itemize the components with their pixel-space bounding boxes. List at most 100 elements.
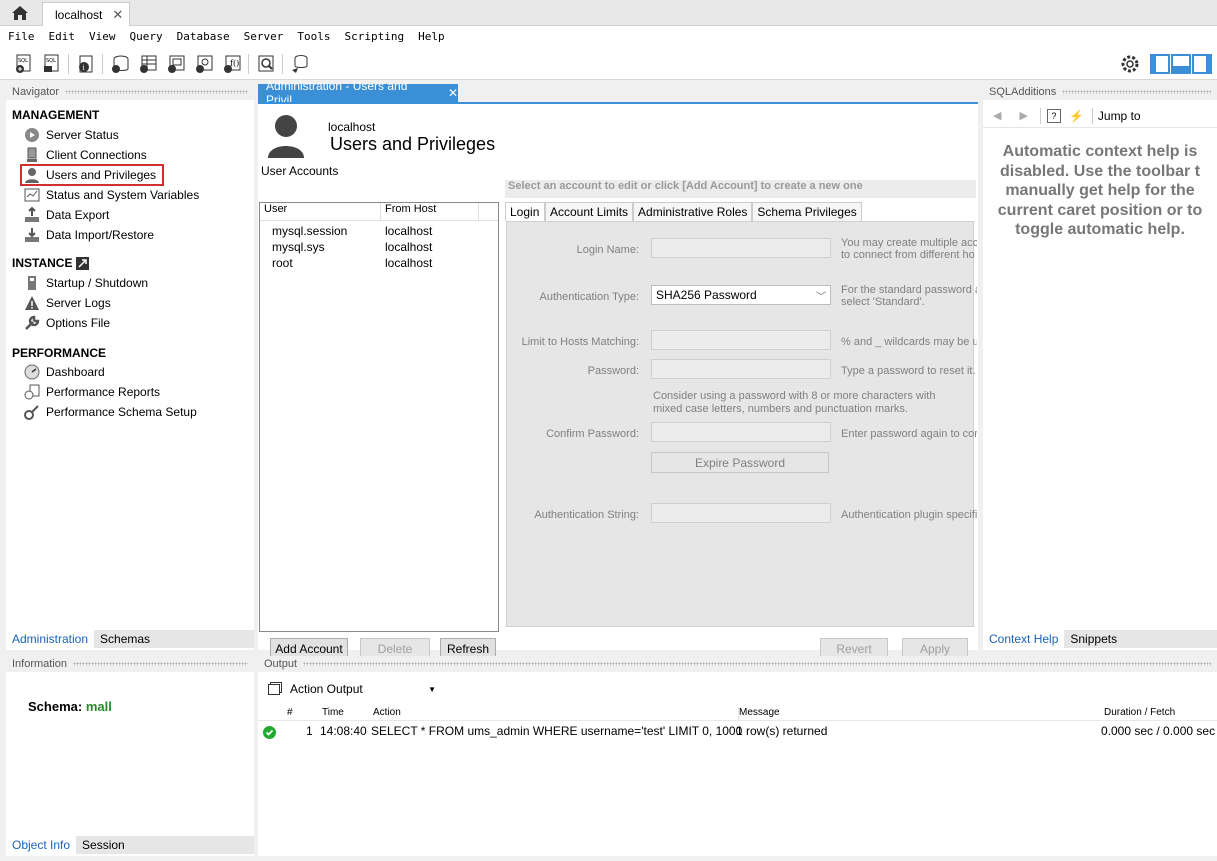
copy-icon[interactable] [268,683,280,695]
back-arrow-icon[interactable]: ◀ [993,109,1001,122]
account-row[interactable]: mysql.sys localhost [272,240,432,254]
menu-tools[interactable]: Tools [297,30,330,43]
confirm-password-hint: Enter password again to cor [841,428,977,440]
nav-server-status[interactable]: Server Status [24,126,119,144]
user-icon [25,168,39,183]
nav-client-connections[interactable]: Client Connections [24,146,147,164]
tab-schemas[interactable]: Schemas [94,630,156,648]
menu-database[interactable]: Database [177,30,230,43]
nav-users-and-privileges[interactable]: Users and Privileges [20,164,165,186]
nav-startup-shutdown[interactable]: Startup / Shutdown [24,274,148,292]
toggle-secondary-sidebar-icon[interactable] [1192,54,1212,74]
home-tab[interactable] [0,0,40,26]
home-icon [12,6,28,20]
auth-type-select[interactable]: SHA256 Password ﹀ [651,285,831,305]
nav-server-logs[interactable]: Server Logs [24,294,111,312]
settings-gear-icon[interactable] [1120,54,1140,74]
menu-help[interactable]: Help [418,30,445,43]
menu-file[interactable]: File [8,30,35,43]
menu-edit[interactable]: Edit [49,30,76,43]
reconnect-icon[interactable] [290,54,310,74]
information-panel: Information Schema: mall Object Info Ses… [6,656,254,856]
users-privileges-page: localhost Users and Privileges User Acco… [258,102,978,659]
menu-server[interactable]: Server [244,30,284,43]
svg-text:SQL: SQL [46,58,56,64]
password-field[interactable] [651,359,831,379]
col-message: Message [738,707,780,721]
nav-data-import[interactable]: Data Import/Restore [24,226,154,244]
tab-object-info[interactable]: Object Info [6,836,77,854]
output-type-select[interactable]: Action Output ▼ [290,679,438,699]
auto-help-icon[interactable]: ⚡ [1069,109,1084,123]
expire-password-button[interactable]: Expire Password [651,452,829,473]
tab-context-help[interactable]: Context Help [983,630,1065,648]
nav-status-variables[interactable]: Status and System Variables [24,186,199,204]
toggle-sidebar-icon[interactable] [1150,54,1170,74]
create-function-icon[interactable]: f() [222,54,242,74]
tab-administration-users[interactable]: Administration - Users and Privil... ✕ [258,79,458,107]
nav-performance-reports[interactable]: Performance Reports [24,383,160,401]
sql-additions-header: SQLAdditions [983,84,1217,100]
account-row[interactable]: root localhost [272,256,432,270]
tab-session[interactable]: Session [76,836,131,854]
menu-query[interactable]: Query [130,30,163,43]
management-heading: MANAGEMENT [12,108,100,122]
output-row[interactable]: 1 14:08:40 SELECT * FROM ums_admin WHERE… [258,723,1217,741]
tab-administration[interactable]: Administration [6,630,95,648]
forward-arrow-icon[interactable]: ▶ [1019,109,1027,122]
context-help-text: Automatic context help is disabled. Use … [997,143,1203,238]
column-user[interactable]: User [260,203,381,220]
data-export-icon [25,207,39,222]
tab-account-limits[interactable]: Account Limits [545,202,634,221]
create-procedure-icon[interactable] [194,54,214,74]
create-view-icon[interactable] [166,54,186,74]
nav-performance-schema-setup[interactable]: Performance Schema Setup [24,403,197,421]
create-table-icon[interactable] [138,54,158,74]
jump-to-select[interactable]: Jump to [1098,109,1141,123]
nav-options-file[interactable]: Options File [24,314,110,332]
inspector-icon[interactable]: i [76,54,96,74]
instance-icon [76,256,90,270]
new-sql-tab-icon[interactable]: SQL [14,54,34,74]
tab-administrative-roles[interactable]: Administrative Roles [633,202,753,221]
performance-heading: PERFORMANCE [12,346,107,360]
sql-additions-panel: SQLAdditions ◀ ▶ ? ⚡ Jump to Automatic c… [983,84,1217,650]
column-from-host[interactable]: From Host [381,203,479,220]
login-name-field[interactable] [651,238,831,258]
open-sql-script-icon[interactable]: SQL [42,54,62,74]
confirm-password-field[interactable] [651,422,831,442]
chevron-down-icon: ﹀ [816,292,826,303]
nav-data-export[interactable]: Data Export [24,206,109,224]
login-pane: Login Name: You may create multiple acco… [506,221,977,627]
menu-scripting[interactable]: Scripting [344,30,404,43]
information-header: Information [6,656,254,672]
menu-view[interactable]: View [89,30,116,43]
tab-login[interactable]: Login [505,202,545,221]
data-import-icon [25,228,39,242]
manual-help-icon[interactable]: ? [1046,108,1061,123]
tab-schema-privileges[interactable]: Schema Privileges [752,202,862,221]
tab-snippets[interactable]: Snippets [1064,630,1123,648]
search-table-data-icon[interactable] [256,54,276,74]
output-header: Output [258,656,1217,672]
auth-string-hint: Authentication plugin specifi [841,509,977,521]
instance-heading: INSTANCE [12,256,90,270]
menu-bar: File Edit View Query Database Server Too… [0,26,1217,46]
create-schema-icon[interactable] [110,54,130,74]
close-icon[interactable]: ✕ [112,7,123,23]
auth-string-field[interactable] [651,503,831,523]
success-check-icon [263,726,276,739]
limit-hosts-field[interactable] [651,330,831,350]
account-row[interactable]: mysql.session localhost [272,224,432,238]
toggle-output-icon[interactable] [1171,54,1191,74]
user-accounts-list[interactable]: User From Host mysql.session localhost my… [259,202,499,632]
nav-dashboard[interactable]: Dashboard [24,363,105,381]
output-columns: # Time Action Message Duration / Fetch [258,703,1217,721]
tab-localhost[interactable]: localhost ✕ [42,2,130,26]
svg-text:f(): f() [230,59,239,68]
close-icon[interactable]: ✕ [448,86,458,100]
information-bottom-tabs: Object Info Session [6,836,254,854]
user-accounts-label: User Accounts [261,164,339,178]
navigator-header: Navigator [6,84,254,100]
warning-icon [25,296,39,310]
